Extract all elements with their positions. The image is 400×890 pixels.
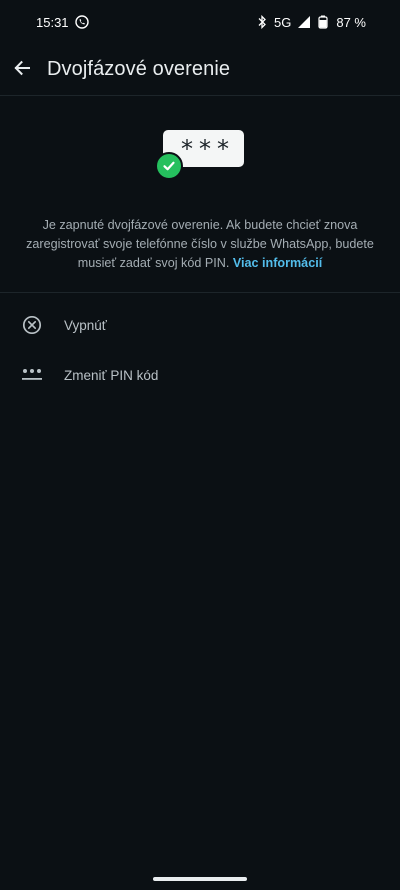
battery-icon: [317, 15, 329, 29]
change-pin-option[interactable]: Zmeniť PIN kód: [0, 350, 400, 400]
status-bar-left: 15:31: [36, 15, 89, 30]
status-bar: 15:31 5G 87 %: [0, 0, 400, 44]
page-title: Dvojfázové overenie: [47, 58, 231, 80]
disable-label: Vypnúť: [64, 317, 107, 333]
back-button[interactable]: [0, 48, 44, 92]
arrow-left-icon: [13, 59, 31, 82]
pin-dots-icon: [20, 363, 44, 387]
description-text: Je zapnuté dvojfázové overenie. Ak budet…: [24, 216, 376, 273]
check-circle-icon: [155, 152, 183, 180]
battery-percent: 87 %: [336, 14, 366, 30]
signal-icon: [298, 16, 311, 28]
status-bar-right: 5G 87 %: [257, 15, 366, 30]
disable-two-step-option[interactable]: Vypnúť: [0, 300, 400, 350]
learn-more-link[interactable]: Viac informácií: [233, 256, 322, 270]
app-bar: Dvojfázové overenie: [0, 44, 400, 96]
change-pin-label: Zmeniť PIN kód: [64, 367, 159, 383]
divider: [0, 292, 400, 293]
network-type: 5G: [274, 14, 292, 30]
screen: 15:31 5G 87 % Dvojfázové overenie *** Je…: [0, 0, 400, 890]
whatsapp-call-icon: [74, 15, 89, 29]
circle-x-icon: [20, 313, 44, 337]
pin-illustration: ***: [155, 130, 247, 182]
home-indicator[interactable]: [153, 877, 247, 881]
status-time: 15:31: [36, 14, 69, 30]
bluetooth-icon: [257, 15, 267, 29]
